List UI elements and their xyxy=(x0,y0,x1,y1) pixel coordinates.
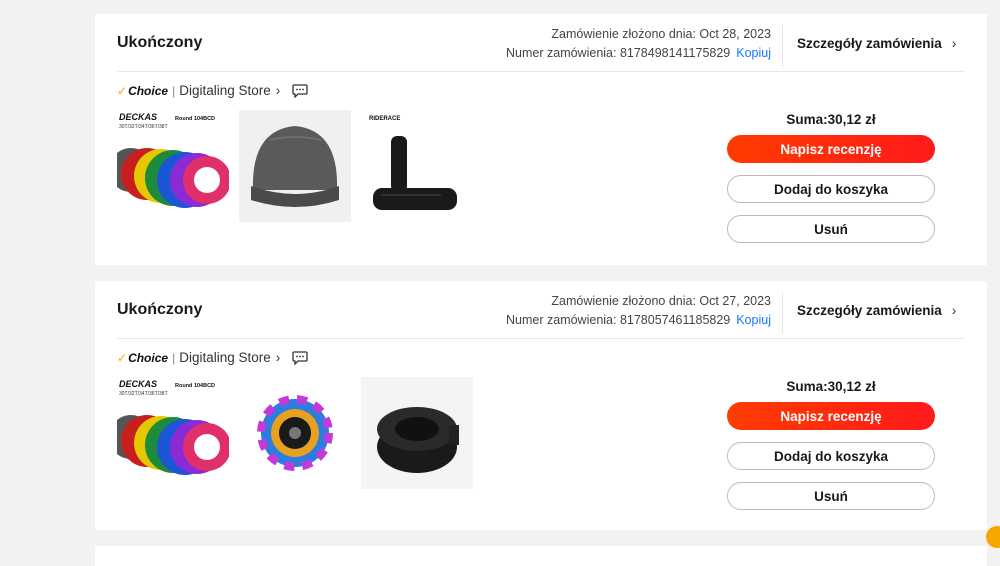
store-row: ✓ Choice | Digitaling Store › xyxy=(117,83,308,98)
divider xyxy=(782,25,783,67)
chevron-right-icon: › xyxy=(275,83,281,98)
order-number: Numer zamówienia: 8178057461185829 xyxy=(506,313,731,327)
order-card: Ukończony Zamówienie złożono dnia: Oct 2… xyxy=(95,281,987,530)
order-meta: Zamówienie złożono dnia: Oct 27, 2023 Nu… xyxy=(506,292,771,330)
delete-order-button[interactable]: Usuń xyxy=(727,482,935,510)
separator: | xyxy=(172,83,176,98)
divider xyxy=(782,292,783,334)
chat-icon[interactable] xyxy=(292,350,308,365)
choice-label: Choice xyxy=(128,83,169,98)
chevron-right-icon: › xyxy=(275,350,281,365)
choice-badge: ✓ Choice xyxy=(117,351,168,365)
product-image-chainring[interactable]: DECKAS Round 104BCD 30T/32T/34T/36T/38T xyxy=(117,110,229,222)
write-review-button[interactable]: Napisz recenzję xyxy=(727,402,935,430)
order-card: Ukończony Zamówienie złożono dnia: Oct 2… xyxy=(95,14,987,265)
separator: | xyxy=(172,350,176,365)
product-image-bell[interactable] xyxy=(361,377,473,489)
order-status: Ukończony xyxy=(117,301,203,318)
thumb-brand: DECKAS xyxy=(119,112,157,122)
thumb-sizes: 30T/32T/34T/36T/38T xyxy=(119,391,168,397)
check-icon: ✓ xyxy=(117,350,128,365)
order-total: Suma:30,12 zł xyxy=(786,112,876,127)
thumb-sub: Round 104BCD xyxy=(175,116,215,122)
add-to-cart-button[interactable]: Dodaj do koszyka xyxy=(727,442,935,470)
store-link[interactable]: Digitaling Store xyxy=(179,83,271,98)
product-image-grips[interactable]: RIDERACE xyxy=(361,110,473,222)
order-date: Zamówienie złożono dnia: Oct 28, 2023 xyxy=(551,27,771,41)
product-thumbnails: DECKAS Round 104BCD 30T/32T/34T/36T/38T xyxy=(117,110,483,222)
check-icon: ✓ xyxy=(117,83,128,98)
order-details-link[interactable]: Szczegóły zamówienia › xyxy=(797,35,956,51)
choice-badge: ✓ Choice xyxy=(117,84,168,98)
thumb-sub: Round 104BCD xyxy=(175,383,215,389)
product-image-beanie[interactable] xyxy=(239,110,351,222)
order-details-link[interactable]: Szczegóły zamówienia › xyxy=(797,302,956,318)
product-image-jockey-wheel[interactable] xyxy=(239,377,351,489)
divider xyxy=(117,338,965,339)
copy-order-number-link[interactable]: Kopiuj xyxy=(736,313,771,327)
order-meta: Zamówienie złożono dnia: Oct 28, 2023 Nu… xyxy=(506,25,771,63)
order-card xyxy=(95,546,987,566)
add-to-cart-button[interactable]: Dodaj do koszyka xyxy=(727,175,935,203)
order-status: Ukończony xyxy=(117,34,203,51)
store-row: ✓ Choice | Digitaling Store › xyxy=(117,350,308,365)
thumb-brand: DECKAS xyxy=(119,379,157,389)
chevron-right-icon: › xyxy=(951,302,957,318)
choice-label: Choice xyxy=(128,350,169,365)
divider xyxy=(117,71,965,72)
product-image-chainring[interactable]: DECKAS Round 104BCD 30T/32T/34T/36T/38T xyxy=(117,377,229,489)
order-total: Suma:30,12 zł xyxy=(786,379,876,394)
store-link[interactable]: Digitaling Store xyxy=(179,350,271,365)
chat-icon[interactable] xyxy=(292,83,308,98)
order-date: Zamówienie złożono dnia: Oct 27, 2023 xyxy=(551,294,771,308)
delete-order-button[interactable]: Usuń xyxy=(727,215,935,243)
thumb-brand: RIDERACE xyxy=(369,116,400,122)
copy-order-number-link[interactable]: Kopiuj xyxy=(736,46,771,60)
order-details-label: Szczegóły zamówienia xyxy=(797,302,942,318)
write-review-button[interactable]: Napisz recenzję xyxy=(727,135,935,163)
chevron-right-icon: › xyxy=(951,35,957,51)
order-number: Numer zamówienia: 8178498141175829 xyxy=(506,46,731,60)
support-chat-icon[interactable] xyxy=(986,526,1000,548)
thumb-sizes: 30T/32T/34T/36T/38T xyxy=(119,124,168,130)
product-thumbnails: DECKAS Round 104BCD 30T/32T/34T/36T/38T xyxy=(117,377,483,489)
order-details-label: Szczegóły zamówienia xyxy=(797,35,942,51)
